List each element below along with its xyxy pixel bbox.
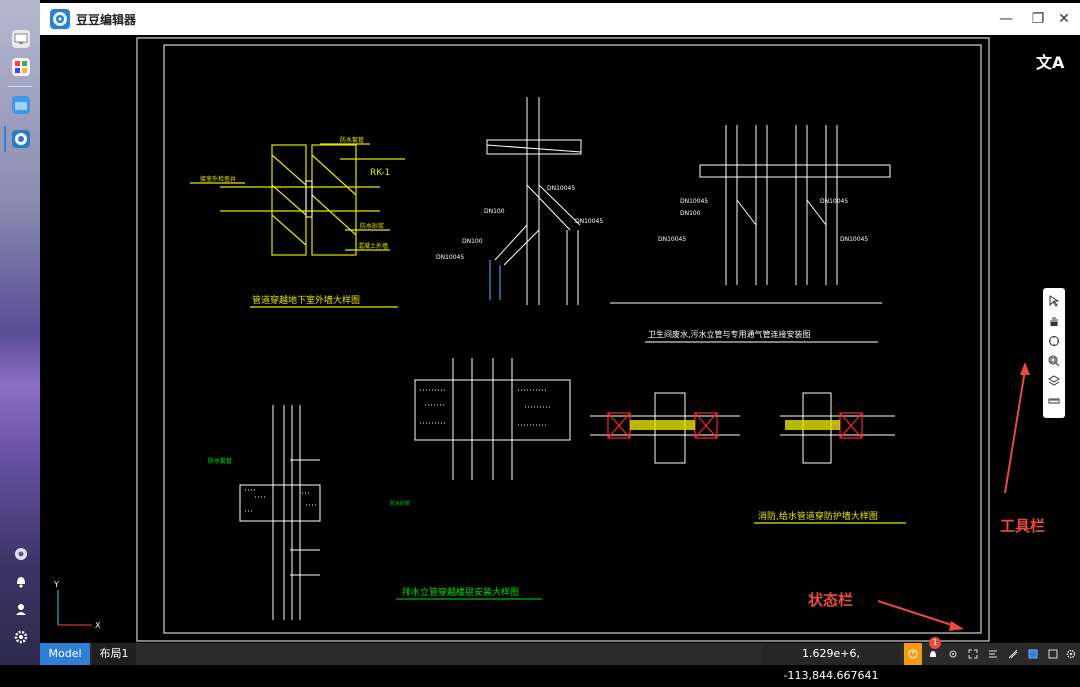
- pan-hand-icon[interactable]: [1045, 312, 1063, 330]
- translate-icon[interactable]: 文A: [1036, 49, 1064, 73]
- bell-icon[interactable]: [12, 572, 30, 590]
- d4-label-1: DN10045: [680, 198, 708, 205]
- outer-frame: [136, 37, 990, 642]
- toolbar-annotation: 工具栏: [1000, 517, 1046, 535]
- sidebar-divider: [8, 86, 32, 87]
- d1-label-1: 防水套管: [340, 136, 364, 144]
- d2-label-5: DN10045: [436, 254, 464, 261]
- axis-y-label: Y: [53, 580, 59, 589]
- window-icon[interactable]: [1044, 643, 1062, 665]
- background-toggle-icon[interactable]: [1004, 643, 1022, 665]
- annotation-arrows: [877, 362, 1030, 631]
- settings-gear-icon[interactable]: [1062, 643, 1080, 665]
- drawing-protective-sleeve-1: [590, 392, 740, 464]
- status-bar: Model 布局1 1.629e+6, -113,844.667641 1: [40, 637, 1080, 682]
- title-bar: 豆豆编辑器 — ❐ ✕: [40, 3, 1080, 35]
- d2-label-3: DN10045: [575, 218, 603, 225]
- settings-icon[interactable]: [12, 628, 30, 646]
- tab-model[interactable]: Model: [40, 643, 90, 665]
- d2-label-2: DN100: [484, 208, 505, 215]
- measure-icon[interactable]: [1045, 392, 1063, 410]
- d4-label-4: DN10045: [658, 236, 686, 243]
- d4-title: 卫生间废水,污水立管与专用通气管连接安装图: [648, 329, 811, 339]
- drawing-wall-penetration: 防水套管 RK-1 防水砂浆 混凝土外墙 接室外检查井 管道穿越地下室外墙大样图: [190, 136, 405, 308]
- tab-layout1[interactable]: 布局1: [92, 643, 136, 665]
- drawing-stack-branch: DN10045 DN100 DN10045 DN100 DN10045: [436, 97, 603, 305]
- editor-window: 豆豆编辑器 — ❐ ✕ 防水套管 RK-1 防水砂浆 混凝土外墙 接室外检查井 …: [40, 3, 1080, 682]
- zoom-window-icon[interactable]: [1045, 352, 1063, 370]
- layout-icon[interactable]: [1024, 643, 1042, 665]
- active-app-indicator: [4, 126, 6, 152]
- d6-title: 排水立管穿越楼层安装大样图: [402, 586, 519, 598]
- d1-label-2: RK-1: [370, 168, 390, 178]
- support-icon[interactable]: [12, 545, 30, 563]
- d4-label-2: DN100: [680, 210, 701, 217]
- d1-label-3: 防水砂浆: [360, 222, 384, 230]
- cad-drawing: 防水套管 RK-1 防水砂浆 混凝土外墙 接室外检查井 管道穿越地下室外墙大样图: [53, 37, 1030, 642]
- doudou-editor-icon[interactable]: [12, 130, 30, 148]
- monitor-icon[interactable]: [12, 30, 30, 48]
- desktop-sidebar: [0, 0, 40, 665]
- folder-icon[interactable]: [12, 96, 30, 114]
- select-icon[interactable]: [1045, 292, 1063, 310]
- close-button[interactable]: ✕: [1052, 9, 1076, 29]
- align-icon[interactable]: [984, 643, 1002, 665]
- minimize-button[interactable]: —: [994, 9, 1018, 29]
- apps-grid-icon[interactable]: [12, 58, 30, 76]
- grid-toggle-icon[interactable]: [944, 643, 962, 665]
- d8-title: 消防,给水管道穿防护墙大样图: [758, 510, 878, 522]
- inner-frame: [163, 44, 982, 634]
- maximize-button[interactable]: ❐: [1026, 9, 1050, 29]
- app-title: 豆豆编辑器: [76, 13, 137, 27]
- d4-label-5: DN10045: [840, 236, 868, 243]
- app-logo: [50, 9, 70, 29]
- d1-title: 管道穿越地下室外墙大样图: [252, 294, 360, 306]
- layers-icon[interactable]: [1045, 372, 1063, 390]
- statusbar-annotation: 状态栏: [808, 591, 854, 609]
- user-icon[interactable]: [12, 600, 30, 618]
- snap-toggle-icon[interactable]: [904, 643, 922, 665]
- drawing-vent-stacks: DN10045 DN100 DN10045 DN10045 DN10045 卫生…: [610, 125, 891, 343]
- fullscreen-icon[interactable]: [964, 643, 982, 665]
- floating-toolbar: [1043, 288, 1065, 418]
- d5-label-1: 防水套管: [208, 457, 232, 465]
- d2-label-1: DN10045: [547, 185, 575, 192]
- drawing-floor-penetration: 防水砂浆 排水立管穿越楼层安装大样图: [390, 358, 571, 600]
- axis-x-label: X: [95, 621, 101, 630]
- drawing-protective-sleeve-2: 消防,给水管道穿防护墙大样图: [754, 392, 906, 524]
- d1-label-5: 接室外检查井: [200, 175, 236, 183]
- drawing-canvas[interactable]: 防水套管 RK-1 防水砂浆 混凝土外墙 接室外检查井 管道穿越地下室外墙大样图: [40, 35, 1080, 643]
- zoom-extents-icon[interactable]: [1045, 332, 1063, 350]
- drawing-left-riser: 防水套管: [208, 405, 321, 620]
- notification-badge: 1: [929, 637, 941, 649]
- coordinate-readout: 1.629e+6, -113,844.667641: [762, 643, 900, 682]
- d2-label-4: DN100: [462, 238, 483, 245]
- d4-label-3: DN10045: [820, 198, 848, 205]
- ucs-axis-indicator: Y X: [53, 580, 101, 630]
- d1-label-4: 混凝土外墙: [358, 242, 388, 250]
- d6-notes: 防水砂浆: [390, 500, 410, 507]
